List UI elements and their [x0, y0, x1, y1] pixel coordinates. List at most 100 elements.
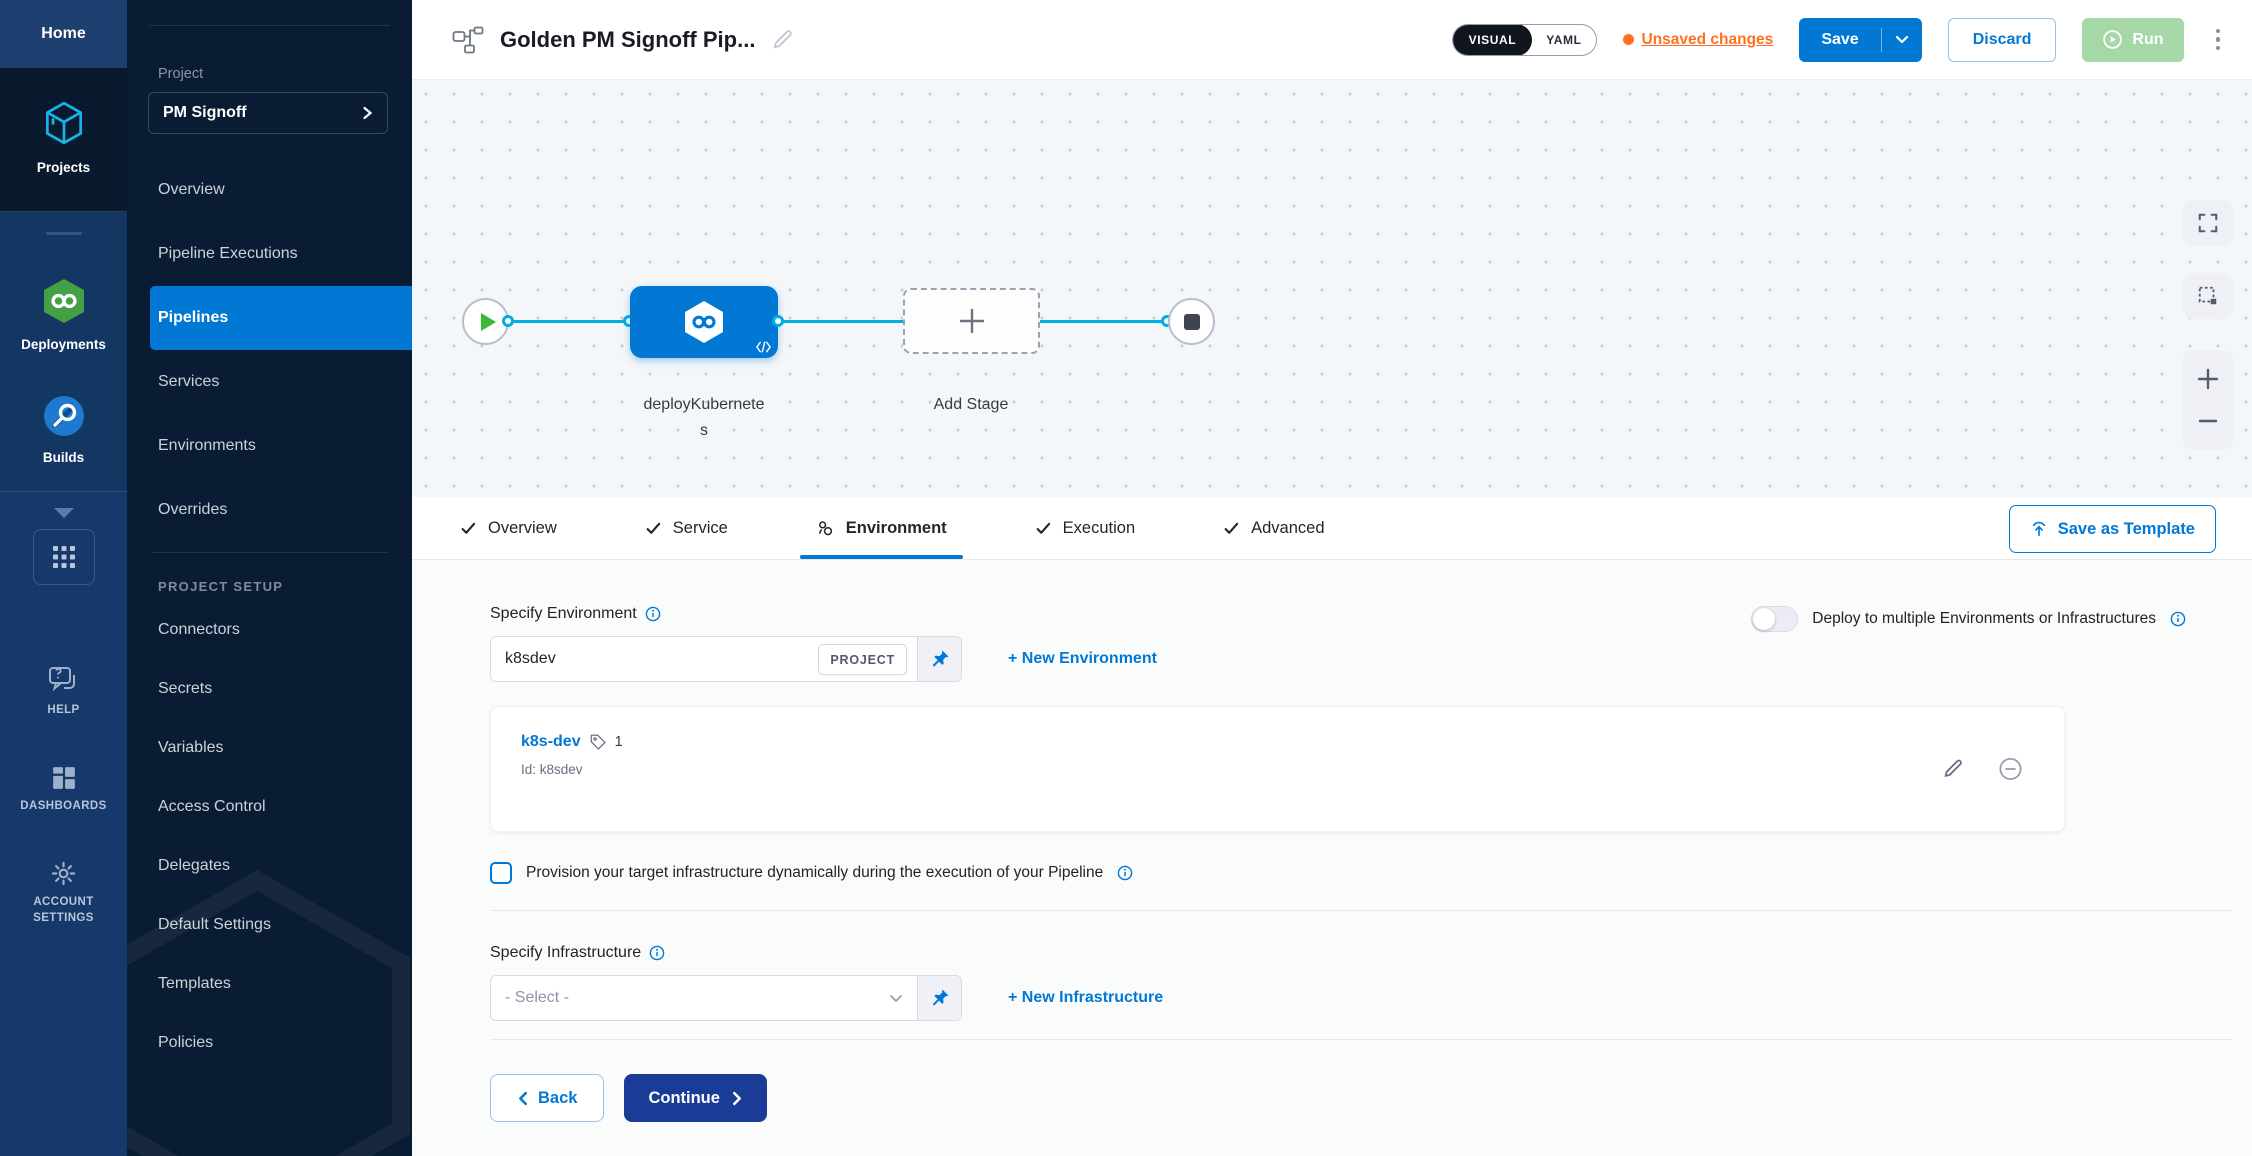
edit-title-pencil-icon[interactable]: [771, 29, 793, 51]
info-icon[interactable]: [645, 606, 661, 622]
sidebar-item-environments[interactable]: Environments: [127, 414, 412, 478]
mode-yaml[interactable]: YAML: [1532, 24, 1595, 56]
sidebar-item-pipeline-executions[interactable]: Pipeline Executions: [127, 222, 412, 286]
pin-icon: [930, 649, 950, 669]
rail-expand-chevron-icon[interactable]: [51, 500, 77, 529]
sidebar-item-overrides[interactable]: Overrides: [127, 478, 412, 542]
add-stage-button[interactable]: [903, 288, 1040, 354]
zoom-controls: [2183, 350, 2233, 450]
rail-item-projects[interactable]: Projects: [0, 68, 127, 212]
project-selector-value: PM Signoff: [163, 104, 247, 122]
zoom-out-button[interactable]: [2183, 409, 2233, 433]
tab-advanced[interactable]: Advanced: [1223, 497, 1324, 559]
project-selector[interactable]: PM Signoff: [148, 92, 388, 134]
continue-button[interactable]: Continue: [624, 1074, 767, 1122]
check-icon: [645, 520, 662, 537]
provision-checkbox[interactable]: [490, 862, 512, 884]
sidebar-item-pipelines[interactable]: Pipelines: [150, 286, 412, 350]
chevron-right-icon: [362, 106, 373, 120]
pipeline-canvas[interactable]: deployKubernetes Add Stage: [412, 80, 2252, 497]
rail-label-help: HELP: [18, 703, 110, 719]
pin-icon: [930, 988, 950, 1008]
rail-item-help[interactable]: HELP: [18, 665, 110, 719]
tab-environment[interactable]: Environment: [816, 497, 947, 559]
tab-overview[interactable]: Overview: [460, 497, 557, 559]
wizard-footer: Back Continue: [490, 1074, 2186, 1122]
deploy-multiple-toggle[interactable]: [1751, 606, 1798, 632]
rail-collapse-handle[interactable]: [46, 232, 82, 235]
save-dropdown-chevron-icon[interactable]: [1882, 35, 1922, 44]
unsaved-changes-text: Unsaved changes: [1642, 31, 1774, 49]
home-nav[interactable]: Home: [0, 0, 127, 68]
stage-name-label: deployKubernetes: [640, 392, 768, 444]
specify-infrastructure-label: Specify Infrastructure: [490, 944, 641, 962]
remove-minus-circle-icon[interactable]: [1997, 756, 2024, 783]
pin-environment-button[interactable]: [917, 637, 961, 681]
edit-pencil-icon[interactable]: [1942, 759, 1963, 780]
run-label: Run: [2132, 31, 2163, 49]
connector-dot: [502, 315, 514, 327]
mode-visual[interactable]: VISUAL: [1453, 24, 1533, 56]
sidebar-item-connectors[interactable]: Connectors: [127, 600, 412, 659]
infrastructure-select[interactable]: - Select -: [491, 976, 917, 1020]
environment-name-link[interactable]: k8s-dev: [521, 733, 581, 751]
sidebar-item-services[interactable]: Services: [127, 350, 412, 414]
deploy-multiple-label: Deploy to multiple Environments or Infra…: [1812, 610, 2156, 628]
new-environment-link[interactable]: + New Environment: [1008, 650, 1157, 668]
module-switcher-button[interactable]: [33, 529, 95, 585]
check-icon: [460, 520, 477, 537]
help-chat-icon: [48, 665, 80, 695]
stop-square-icon: [1184, 314, 1200, 330]
sidebar-item-access-control[interactable]: Access Control: [127, 777, 412, 836]
rail-item-account-settings[interactable]: ACCOUNT SETTINGS: [18, 860, 110, 926]
environment-scope-badge: PROJECT: [818, 644, 907, 675]
marquee-select-icon: [2197, 285, 2219, 307]
selection-mode-button[interactable]: [2183, 273, 2233, 319]
info-icon[interactable]: [2170, 611, 2186, 627]
tab-service[interactable]: Service: [645, 497, 728, 559]
sidebar-item-policies[interactable]: Policies: [127, 1013, 412, 1072]
canvas-controls: [2183, 200, 2233, 450]
sidebar-item-default-settings[interactable]: Default Settings: [127, 895, 412, 954]
back-button[interactable]: Back: [490, 1074, 604, 1122]
save-button[interactable]: Save: [1799, 31, 1880, 49]
sidebar-item-variables[interactable]: Variables: [127, 718, 412, 777]
fit-to-screen-button[interactable]: [2183, 200, 2233, 246]
tab-execution[interactable]: Execution: [1035, 497, 1135, 559]
sidebar-divider: [149, 25, 390, 26]
tag-icon: [589, 733, 607, 751]
unsaved-changes-link[interactable]: Unsaved changes: [1623, 31, 1774, 49]
rail-item-deployments[interactable]: Deployments: [0, 261, 127, 378]
sidebar-item-templates[interactable]: Templates: [127, 954, 412, 1013]
sidebar-item-secrets[interactable]: Secrets: [127, 659, 412, 718]
sidebar-item-delegates[interactable]: Delegates: [127, 836, 412, 895]
sidebar-item-overview[interactable]: Overview: [127, 158, 412, 222]
run-play-icon: [2102, 29, 2123, 50]
rail-item-builds[interactable]: Builds: [0, 378, 127, 491]
stage-code-icon: [756, 341, 771, 353]
stage-node-deploy-kubernetes[interactable]: [630, 286, 778, 358]
info-icon[interactable]: [649, 945, 665, 961]
fit-screen-icon: [2197, 212, 2219, 234]
environment-input-group: PROJECT: [490, 636, 962, 682]
environment-id: Id: k8sdev: [521, 762, 2034, 777]
visual-yaml-toggle[interactable]: VISUAL YAML: [1452, 24, 1597, 56]
save-split-button[interactable]: Save: [1799, 18, 1921, 62]
run-button[interactable]: Run: [2082, 18, 2183, 62]
rail-middle-section: Deployments Builds: [0, 212, 127, 491]
deploy-multiple-row: Deploy to multiple Environments or Infra…: [1751, 606, 2186, 632]
main-content: Golden PM Signoff Pip... VISUAL YAML Uns…: [412, 0, 2252, 1156]
check-icon: [1035, 520, 1052, 537]
rail-item-dashboards[interactable]: DASHBOARDS: [18, 765, 110, 815]
environment-panel: Specify Environment PROJECT: [412, 560, 2252, 1156]
pin-infrastructure-button[interactable]: [917, 976, 961, 1020]
rail-label-dashboards: DASHBOARDS: [18, 799, 110, 815]
kebab-menu-icon[interactable]: [2210, 23, 2227, 57]
zoom-in-button[interactable]: [2183, 367, 2233, 391]
sidebar-nav-list: Overview Pipeline Executions Pipelines S…: [127, 158, 412, 542]
builds-icon: [40, 392, 88, 440]
discard-button[interactable]: Discard: [1948, 18, 2057, 62]
info-icon[interactable]: [1117, 865, 1133, 881]
save-as-template-button[interactable]: Save as Template: [2009, 505, 2216, 553]
new-infrastructure-link[interactable]: + New Infrastructure: [1008, 989, 1163, 1007]
